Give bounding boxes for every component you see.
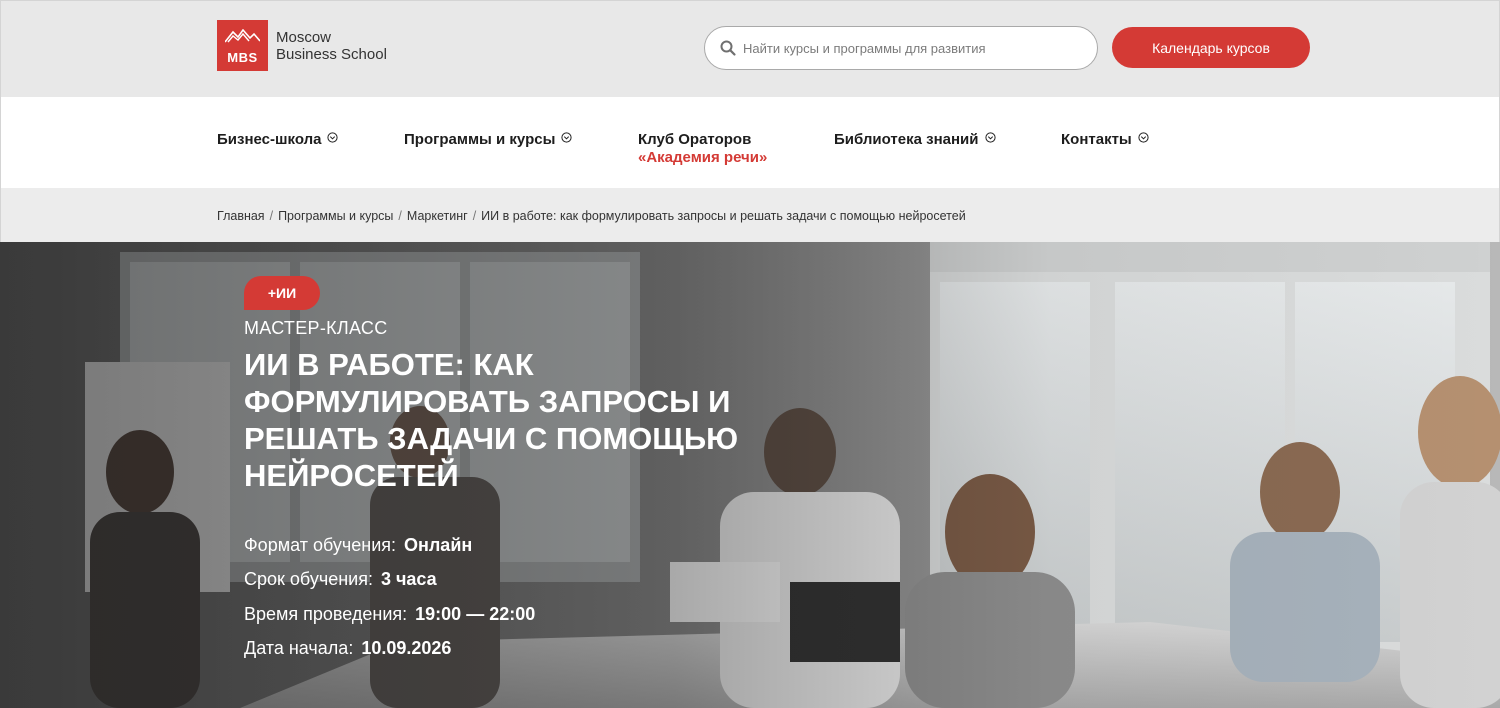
breadcrumb-separator: /	[398, 209, 402, 223]
breadcrumb-separator: /	[472, 209, 477, 223]
fact-label: Срок обучения:	[244, 569, 373, 590]
breadcrumb-separator: /	[269, 209, 274, 223]
nav-item-speakers-club[interactable]: Клуб Ораторов «Академия речи»	[638, 131, 767, 167]
breadcrumb: Главная / Программы и курсы / Маркетинг …	[0, 188, 1500, 242]
fact-value: 10.09.2026	[361, 638, 452, 659]
nav-item-accent: «Академия речи»	[638, 149, 768, 166]
course-type: МАСТЕР-КЛАСС	[244, 318, 388, 338]
course-facts: Формат обучения: Онлайн Срок обучения: 3…	[244, 528, 535, 666]
nav-item-label: Клуб Ораторов	[638, 131, 752, 148]
ai-badge: +ИИ	[244, 276, 320, 310]
fact-label: Формат обучения:	[244, 534, 396, 555]
nav-item-label: Контакты	[1061, 131, 1132, 148]
fact-value: Онлайн	[404, 534, 473, 555]
nav-item-label: Программы и курсы	[404, 131, 556, 148]
chevron-down-icon	[327, 132, 339, 143]
fact-format: Формат обучения: Онлайн	[244, 528, 535, 563]
chevron-down-icon	[1138, 132, 1149, 143]
nav-item-library[interactable]: Библиотека знаний	[834, 131, 996, 148]
logo-abbr: MBS	[227, 50, 258, 65]
nav-item-contacts[interactable]: Контакты	[1061, 131, 1149, 148]
main-nav: Бизнес-школа Программы и курсы Клуб Орат…	[0, 97, 1500, 188]
breadcrumb-marketing[interactable]: Маркетинг	[407, 209, 468, 223]
page-title: ИИ в работе: как формулировать запросы и…	[244, 347, 739, 493]
breadcrumb-current: ИИ в работе: как формулировать запросы и…	[481, 209, 966, 223]
fact-start-date: Дата начала: 10.09.2026	[244, 632, 535, 667]
fact-time: Время проведения: 19:00 — 22:00	[244, 597, 535, 632]
chevron-down-icon	[561, 132, 572, 143]
chevron-down-icon	[984, 132, 996, 143]
breadcrumb-programs[interactable]: Программы и курсы	[278, 209, 393, 223]
fact-label: Дата начала:	[244, 638, 354, 659]
logo[interactable]: MBS Moscow Business School	[217, 20, 387, 71]
calendar-button[interactable]: Календарь курсов	[1112, 27, 1310, 68]
logo-text: Moscow Business School	[276, 29, 387, 63]
nav-item-business-school[interactable]: Бизнес-школа	[217, 131, 339, 148]
logo-line2: Business School	[276, 45, 387, 63]
search-placeholder: Найти курсы и программы для развития	[743, 40, 986, 56]
breadcrumb-home[interactable]: Главная	[217, 209, 265, 223]
nav-item-label: Библиотека знаний	[834, 131, 979, 148]
fact-value: 3 часа	[380, 569, 437, 590]
search-input[interactable]: Найти курсы и программы для развития	[704, 26, 1098, 70]
fact-value: 19:00 — 22:00	[415, 603, 536, 624]
logo-line1: Moscow	[276, 28, 332, 46]
fact-label: Время проведения:	[244, 603, 408, 624]
fact-duration: Срок обучения: 3 часа	[244, 563, 535, 598]
hero-banner: +ИИ МАСТЕР-КЛАСС ИИ в работе: как формул…	[0, 242, 1500, 708]
logo-mark: MBS	[217, 20, 268, 71]
top-header: MBS Moscow Business School Найти курсы и…	[0, 0, 1500, 97]
nav-item-label: Бизнес-школа	[217, 131, 322, 148]
mountains-icon	[225, 29, 260, 43]
search-icon	[720, 40, 736, 56]
nav-item-programs[interactable]: Программы и курсы	[404, 131, 572, 148]
